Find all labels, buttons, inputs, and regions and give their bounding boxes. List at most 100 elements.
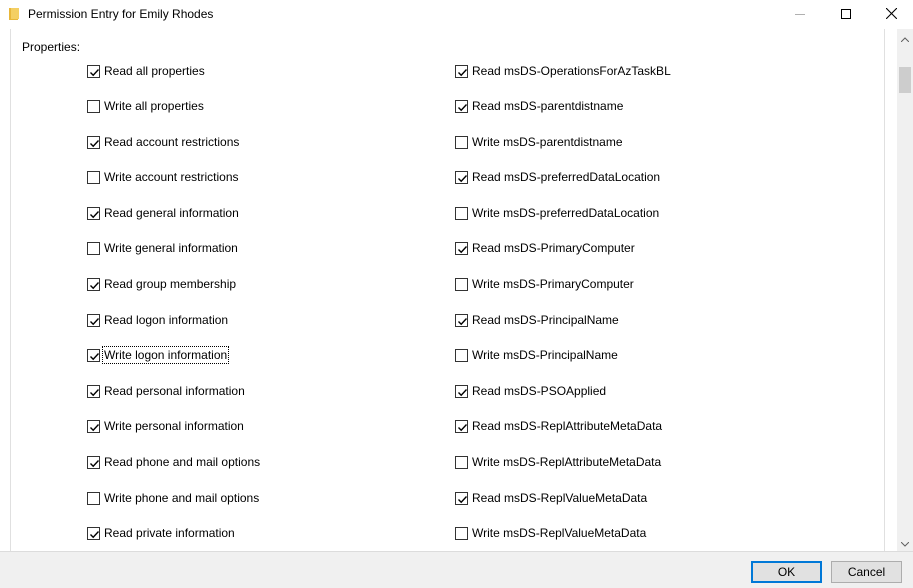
permission-row[interactable]: Read msDS-parentdistname xyxy=(455,97,624,115)
checkbox-unchecked[interactable] xyxy=(87,491,100,505)
permission-label: Write personal information xyxy=(104,419,244,433)
checkbox-checked[interactable] xyxy=(87,455,100,469)
minimize-icon xyxy=(795,8,805,22)
checkbox-unchecked[interactable] xyxy=(87,241,100,255)
permission-label: Read personal information xyxy=(104,384,245,398)
checkbox-checked[interactable] xyxy=(455,491,468,505)
checkbox-checked[interactable] xyxy=(455,384,468,398)
checkbox-unchecked[interactable] xyxy=(455,206,468,220)
permission-row[interactable]: Write msDS-PrincipalName xyxy=(455,346,619,364)
vertical-scrollbar[interactable] xyxy=(897,29,913,551)
permission-row[interactable]: Write personal information xyxy=(87,417,245,435)
permission-row[interactable]: Read msDS-PrincipalName xyxy=(455,311,620,329)
checkmark-icon xyxy=(90,68,100,76)
checkbox-checked[interactable] xyxy=(455,64,468,78)
scroll-up-button[interactable] xyxy=(897,29,913,46)
panel-border-right xyxy=(884,29,885,551)
checkbox-unchecked[interactable] xyxy=(87,99,100,113)
permission-row[interactable]: Read msDS-OperationsForAzTaskBL xyxy=(455,62,672,80)
permission-label: Write all properties xyxy=(104,99,204,113)
checkbox-checked[interactable] xyxy=(455,313,468,327)
dialog-footer: OK Cancel xyxy=(0,551,913,588)
permission-row[interactable]: Read general information xyxy=(87,204,240,222)
chevron-up-icon xyxy=(900,31,910,45)
checkbox-unchecked[interactable] xyxy=(455,277,468,291)
permission-row[interactable]: Read private information xyxy=(87,524,236,542)
checkmark-icon xyxy=(458,68,468,76)
checkbox-checked[interactable] xyxy=(87,419,100,433)
ok-button[interactable]: OK xyxy=(751,561,822,583)
checkbox-checked[interactable] xyxy=(455,99,468,113)
scroll-thumb[interactable] xyxy=(899,67,911,93)
permission-row[interactable]: Write logon information xyxy=(87,346,230,364)
checkbox-checked[interactable] xyxy=(455,241,468,255)
checkbox-checked[interactable] xyxy=(455,419,468,433)
checkbox-checked[interactable] xyxy=(87,348,100,362)
permission-row[interactable]: Write msDS-parentdistname xyxy=(455,133,624,151)
checkmark-icon xyxy=(458,495,468,503)
permission-label: Write msDS-PrincipalName xyxy=(472,348,618,362)
permission-row[interactable]: Write msDS-PrimaryComputer xyxy=(455,275,635,293)
checkbox-unchecked[interactable] xyxy=(455,526,468,540)
checkbox-checked[interactable] xyxy=(87,384,100,398)
checkbox-unchecked[interactable] xyxy=(455,348,468,362)
permission-row[interactable]: Read msDS-ReplAttributeMetaData xyxy=(455,417,663,435)
checkmark-icon xyxy=(458,388,468,396)
maximize-button[interactable] xyxy=(823,0,869,29)
minimize-button[interactable] xyxy=(777,0,823,29)
checkmark-icon xyxy=(90,388,100,396)
permission-row[interactable]: Write account restrictions xyxy=(87,168,240,186)
close-button[interactable] xyxy=(868,0,913,29)
checkbox-unchecked[interactable] xyxy=(87,170,100,184)
checkmark-icon xyxy=(458,423,468,431)
permission-row[interactable]: Write msDS-preferredDataLocation xyxy=(455,204,660,222)
permission-row[interactable]: Read msDS-PrimaryComputer xyxy=(455,239,636,257)
title-bar: Permission Entry for Emily Rhodes xyxy=(0,0,913,29)
permission-label: Read msDS-ReplValueMetaData xyxy=(472,491,648,505)
permission-row[interactable]: Read personal information xyxy=(87,382,246,400)
close-icon xyxy=(885,7,897,22)
checkbox-unchecked[interactable] xyxy=(455,455,468,469)
checkmark-icon xyxy=(90,210,100,218)
checkmark-icon xyxy=(90,281,100,289)
scroll-down-button[interactable] xyxy=(897,534,913,551)
checkbox-checked[interactable] xyxy=(87,526,100,540)
permission-label: Read msDS-preferredDataLocation xyxy=(472,170,661,184)
permission-row[interactable]: Read account restrictions xyxy=(87,133,240,151)
permission-label: Read msDS-parentdistname xyxy=(472,99,624,113)
permission-label: Read msDS-PrimaryComputer xyxy=(472,241,635,255)
checkbox-checked[interactable] xyxy=(455,170,468,184)
checkbox-checked[interactable] xyxy=(87,64,100,78)
permission-row[interactable]: Read all properties xyxy=(87,62,206,80)
permission-label: Write msDS-ReplValueMetaData xyxy=(472,526,647,540)
permission-label: Read msDS-ReplAttributeMetaData xyxy=(472,419,663,433)
checkbox-checked[interactable] xyxy=(87,313,100,327)
permission-row[interactable]: Write general information xyxy=(87,239,239,257)
maximize-icon xyxy=(841,8,851,22)
permission-row[interactable]: Write msDS-ReplAttributeMetaData xyxy=(455,453,662,471)
checkbox-checked[interactable] xyxy=(87,206,100,220)
permission-row[interactable]: Read msDS-PSOApplied xyxy=(455,382,607,400)
permission-row[interactable]: Read msDS-ReplValueMetaData xyxy=(455,489,648,507)
permission-row[interactable]: Read phone and mail options xyxy=(87,453,261,471)
permission-label: Write account restrictions xyxy=(104,170,239,184)
window-title: Permission Entry for Emily Rhodes xyxy=(28,7,214,21)
permission-label: Read phone and mail options xyxy=(104,455,261,469)
permission-label: Read msDS-PSOApplied xyxy=(472,384,607,398)
permission-row[interactable]: Write msDS-ReplValueMetaData xyxy=(455,524,647,542)
permission-label: Read general information xyxy=(104,206,239,220)
permission-row[interactable]: Read msDS-preferredDataLocation xyxy=(455,168,661,186)
checkmark-icon xyxy=(458,317,468,325)
chevron-down-icon xyxy=(900,536,910,550)
permission-row[interactable]: Read logon information xyxy=(87,311,229,329)
checkbox-checked[interactable] xyxy=(87,135,100,149)
permission-row[interactable]: Write phone and mail options xyxy=(87,489,260,507)
cancel-button[interactable]: Cancel xyxy=(831,561,902,583)
checkbox-unchecked[interactable] xyxy=(455,135,468,149)
permission-row[interactable]: Read group membership xyxy=(87,275,237,293)
checkbox-checked[interactable] xyxy=(87,277,100,291)
folder-icon xyxy=(8,7,20,21)
permission-label: Write msDS-PrimaryComputer xyxy=(472,277,634,291)
permission-row[interactable]: Write all properties xyxy=(87,97,205,115)
permission-label: Write msDS-parentdistname xyxy=(472,135,623,149)
